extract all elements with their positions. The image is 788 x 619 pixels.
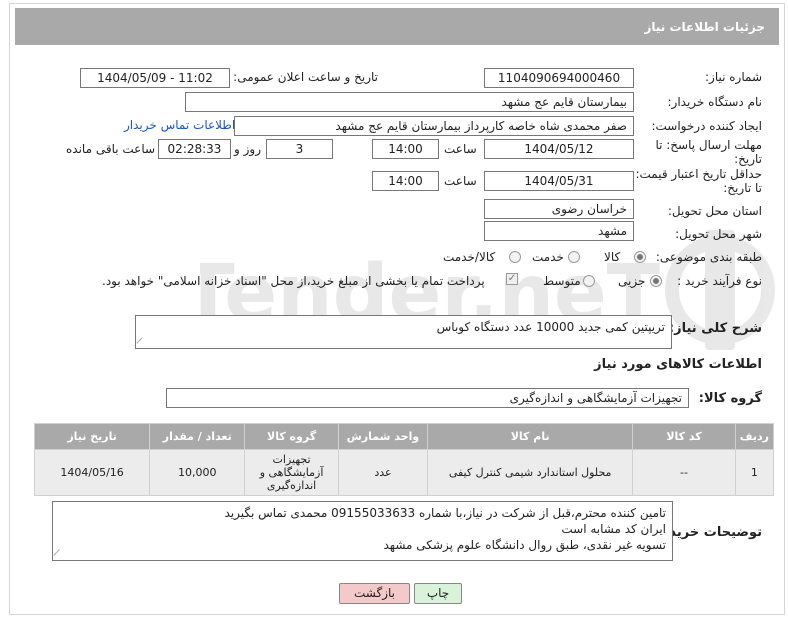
province-label: استان محل تحویل: xyxy=(667,204,762,218)
purchase-type-label: نوع فرآیند خرید : xyxy=(677,274,762,288)
price-time-field: 14:00 xyxy=(372,171,439,191)
treasury-payment-note: پرداخت تمام یا بخشی از مبلغ خرید،از محل … xyxy=(102,274,485,288)
price-validity-label-1: حداقل تاریخ اعتبار قیمت: xyxy=(635,167,762,181)
category-option-goods: کالا xyxy=(604,250,621,264)
deadline-time-field: 14:00 xyxy=(372,139,439,159)
buyer-org-label: نام دستگاه خریدار: xyxy=(667,95,763,109)
col-group: گروه کالا xyxy=(244,423,339,450)
col-code: کد کالا xyxy=(632,423,736,450)
announce-label: تاریخ و ساعت اعلان عمومی: xyxy=(233,70,378,84)
days-field: 3 xyxy=(266,139,333,159)
announce-field: 1404/05/09 - 11:02 xyxy=(80,68,230,88)
category-radio-both[interactable] xyxy=(509,251,521,263)
buyer-note-line: تسویه غیر نقدی، طبق روال دانشگاه علوم پز… xyxy=(383,538,666,552)
col-unit: واحد شمارش xyxy=(337,423,429,450)
cell-group: تجهیزات آزمایشگاهی و اندازه‌گیری xyxy=(244,449,339,496)
goods-table-header: ردیف کد کالا نام کالا واحد شمارش گروه کا… xyxy=(33,423,775,450)
goods-table: ردیف کد کالا نام کالا واحد شمارش گروه کا… xyxy=(33,423,775,496)
purchase-radio-medium[interactable] xyxy=(583,275,595,287)
cell-row: 1 xyxy=(734,449,775,496)
goods-group-label: گروه کالا: xyxy=(698,391,762,406)
goods-section-title: اطلاعات کالاهای مورد نیاز xyxy=(594,357,762,372)
price-validity-label-2: تا تاریخ: xyxy=(723,181,762,195)
purchase-option-minor: جزیی xyxy=(618,274,646,288)
category-option-both: کالا/خدمت xyxy=(443,250,496,264)
resize-grip-icon[interactable] xyxy=(136,337,148,349)
treasury-checkbox[interactable]: ✓ xyxy=(506,273,518,285)
deadline-label-2: تاریخ: xyxy=(734,152,762,166)
province-field: خراسان رضوی xyxy=(484,199,634,219)
col-date: تاریخ نیاز xyxy=(33,423,151,450)
goods-group-field: تجهیزات آزمایشگاهی و اندازه‌گیری xyxy=(166,388,689,408)
buyer-notes-field[interactable]: تامین کننده محترم،قبل از شرکت در نیاز،با… xyxy=(52,501,673,561)
contact-info-link[interactable]: اطلاعات تماس خریدار xyxy=(124,118,235,132)
creator-field: صفر محمدی شاه خاصه کارپرداز بیمارستان قا… xyxy=(234,116,634,136)
category-radio-service[interactable] xyxy=(568,251,580,263)
panel-title: جزئیات اطلاعات نیاز xyxy=(15,8,779,45)
purchase-radio-minor[interactable] xyxy=(650,275,662,287)
back-button[interactable]: بازگشت xyxy=(339,583,410,604)
need-number-field: 1104090694000460 xyxy=(484,68,634,88)
days-label: روز و xyxy=(234,142,261,156)
cell-qty: 10,000 xyxy=(149,449,246,496)
col-name: نام کالا xyxy=(427,423,634,450)
need-number-label: شماره نیاز: xyxy=(705,70,762,84)
buyer-org-field: بیمارستان قایم عج مشهد xyxy=(185,92,634,112)
print-button[interactable]: چاپ xyxy=(414,583,462,604)
price-time-label: ساعت xyxy=(444,174,477,188)
col-row: ردیف xyxy=(734,423,775,450)
creator-label: ایجاد کننده درخواست: xyxy=(651,119,762,133)
category-option-service: خدمت xyxy=(532,250,564,264)
category-label: طبقه بندی موضوعی: xyxy=(655,250,762,264)
price-date-field: 1404/05/31 xyxy=(484,171,634,191)
deadline-date-field: 1404/05/12 xyxy=(484,139,634,159)
cell-date: 1404/05/16 xyxy=(33,449,151,496)
purchase-option-medium: متوسط xyxy=(543,274,581,288)
city-field: مشهد xyxy=(484,221,634,241)
category-radio-goods[interactable] xyxy=(634,251,646,263)
deadline-time-label: ساعت xyxy=(444,142,477,156)
city-label: شهر محل تحویل: xyxy=(675,227,762,241)
remaining-time-field: 02:28:33 xyxy=(158,139,231,159)
description-field[interactable]: تریپتین کمی جدید 10000 عدد دستگاه کوباس xyxy=(135,315,672,349)
cell-unit: عدد xyxy=(337,449,429,496)
cell-code: -- xyxy=(632,449,736,496)
description-label: شرح کلی نیاز: xyxy=(668,321,762,336)
cell-name: محلول استاندارد شیمی کنترل کیفی xyxy=(427,449,634,496)
deadline-label-1: مهلت ارسال پاسخ: تا xyxy=(655,138,762,152)
buyer-note-line: ایران کد مشابه است xyxy=(561,522,666,536)
remaining-label: ساعت باقی مانده xyxy=(66,142,156,156)
buyer-note-line: تامین کننده محترم،قبل از شرکت در نیاز،با… xyxy=(224,506,666,520)
description-text: تریپتین کمی جدید 10000 عدد دستگاه کوباس xyxy=(436,320,665,334)
table-row: 1 -- محلول استاندارد شیمی کنترل کیفی عدد… xyxy=(33,449,775,496)
col-qty: تعداد / مقدار xyxy=(149,423,246,450)
